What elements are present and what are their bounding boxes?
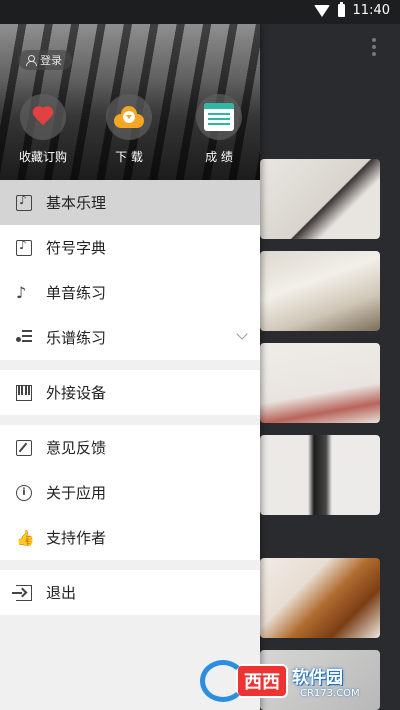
c-logo-icon xyxy=(200,660,246,702)
menu-label: 乐谱练习 xyxy=(46,329,107,347)
menu-item-score-practice[interactable]: 乐谱练习 xyxy=(0,315,260,360)
menu-item-exit[interactable]: 退出 xyxy=(0,570,260,615)
watermark-subtitle: CR173.COM xyxy=(300,688,360,699)
watermark-title: 软件园 xyxy=(292,668,343,688)
book-card[interactable] xyxy=(260,343,380,423)
divider xyxy=(0,415,260,425)
sheet-music-card[interactable] xyxy=(260,251,380,331)
menu-label: 单音练习 xyxy=(46,284,107,302)
menu-label: 意见反馈 xyxy=(46,439,107,457)
info-icon: i xyxy=(16,485,32,501)
metronome-card[interactable] xyxy=(260,435,380,515)
score-sheet-icon xyxy=(204,103,234,131)
favorites-label: 收藏订购 xyxy=(18,150,67,164)
wifi-icon xyxy=(313,4,330,17)
status-bar: 11:40 xyxy=(0,0,400,24)
status-time: 11:40 xyxy=(352,3,390,18)
user-icon xyxy=(26,54,37,66)
menu-item-support-author[interactable]: 👍 支持作者 xyxy=(0,515,260,560)
menu-item-basic-theory[interactable]: 基本乐理 xyxy=(0,180,260,225)
scores-label: 成 绩 xyxy=(205,150,233,164)
login-label: 登录 xyxy=(40,54,62,67)
divider xyxy=(0,560,260,570)
menu-label: 支持作者 xyxy=(46,529,107,547)
eighth-note-icon: ♪ xyxy=(16,283,27,302)
download-button[interactable]: 下 载 xyxy=(94,94,164,165)
menu-label: 外接设备 xyxy=(46,384,107,402)
battery-icon xyxy=(337,2,345,17)
music-note-box-icon xyxy=(16,193,32,211)
menu-item-external-device[interactable]: 外接设备 xyxy=(0,370,260,415)
thumbs-up-icon: 👍 xyxy=(16,529,35,547)
scores-button[interactable]: 成 绩 xyxy=(184,94,254,165)
chevron-down-icon[interactable] xyxy=(236,328,248,340)
violin-card[interactable] xyxy=(260,558,380,638)
piano-card[interactable] xyxy=(260,159,380,239)
music-list-icon xyxy=(16,330,32,346)
menu-item-single-note-practice[interactable]: ♪ 单音练习 xyxy=(0,270,260,315)
login-button[interactable]: 登录 xyxy=(18,50,72,70)
menu-label: 退出 xyxy=(46,584,77,602)
cloud-download-icon xyxy=(112,106,146,128)
edit-icon xyxy=(16,440,32,456)
menu-item-feedback[interactable]: 意见反馈 xyxy=(0,425,260,470)
watermark-logo: 西西 软件园 CR173.COM xyxy=(200,657,396,705)
heart-icon xyxy=(32,107,54,127)
menu-label: 基本乐理 xyxy=(46,194,107,212)
piano-keys-icon xyxy=(16,385,32,401)
music-book-icon xyxy=(16,238,32,256)
drawer-header: 登录 收藏订购 下 载 成 绩 xyxy=(0,24,260,180)
menu-item-about[interactable]: i 关于应用 xyxy=(0,470,260,515)
menu-label: 关于应用 xyxy=(46,484,107,502)
navigation-drawer: 登录 收藏订购 下 载 成 绩 基本乐理 符号字典 ♪ xyxy=(0,24,260,710)
menu-label: 符号字典 xyxy=(46,239,107,257)
more-options-icon[interactable] xyxy=(372,38,376,56)
favorites-button[interactable]: 收藏订购 xyxy=(8,94,78,165)
exit-icon xyxy=(12,585,32,601)
download-label: 下 载 xyxy=(115,150,143,164)
divider xyxy=(0,360,260,370)
menu-item-symbol-dictionary[interactable]: 符号字典 xyxy=(0,225,260,270)
